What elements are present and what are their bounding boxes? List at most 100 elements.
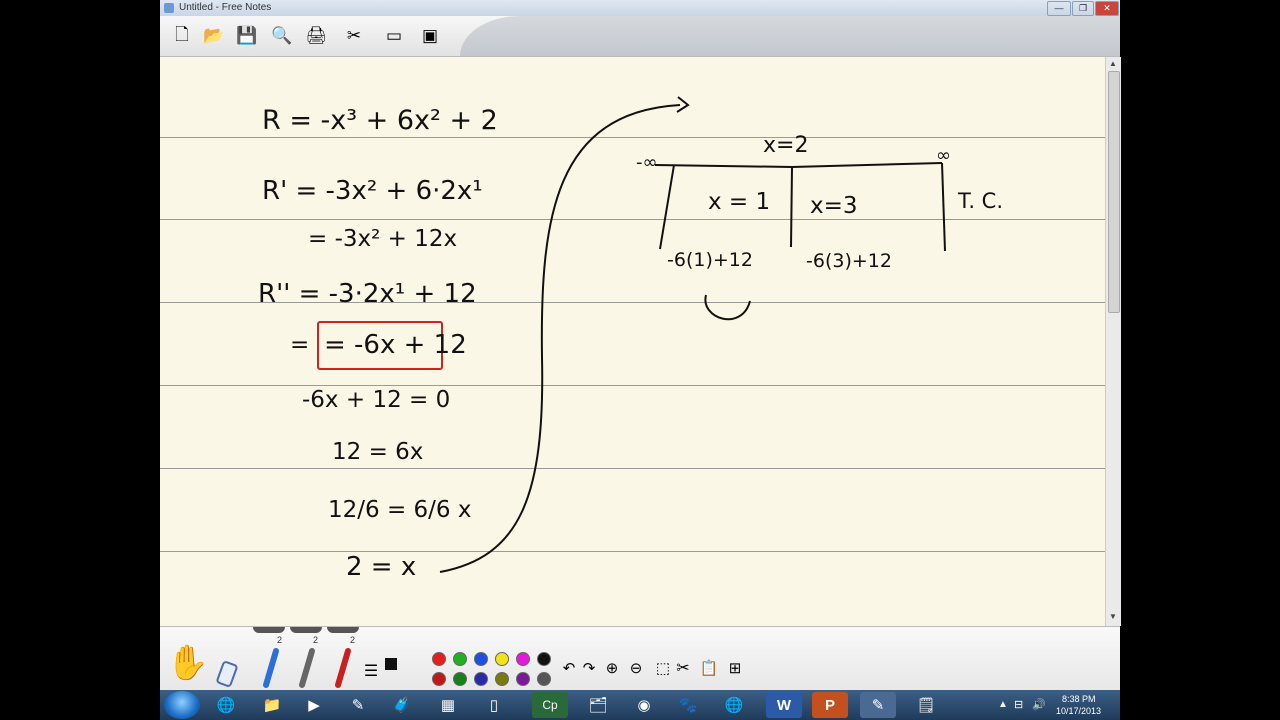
briefcase-icon[interactable]: 🧳 [384, 692, 420, 718]
eq-first-derivative: R' = -3x² + 6·2x¹ [262, 176, 483, 206]
powerpoint-icon[interactable]: P [812, 692, 848, 718]
color-yellow[interactable] [495, 652, 509, 666]
select-icon[interactable]: ⬚ [652, 657, 674, 679]
pen-app-icon[interactable]: ✎ [340, 692, 376, 718]
hand-icon[interactable]: ✋ [166, 641, 210, 685]
blue-pen-icon[interactable] [258, 647, 284, 689]
color-green[interactable] [453, 652, 467, 666]
eq-first-derivative-simplified: = -3x² + 12x [308, 226, 457, 252]
equals-sign: = [290, 332, 309, 358]
tray-arrow-icon[interactable]: ▲ [998, 699, 1008, 710]
phone-icon[interactable]: ▯ [476, 692, 512, 718]
color-gray[interactable] [537, 672, 551, 686]
color-red[interactable] [432, 652, 446, 666]
print-icon[interactable]: 🖨 [304, 24, 328, 48]
ie-icon[interactable]: 🌐 [208, 692, 244, 718]
cp-app-icon[interactable]: Cp [532, 692, 568, 718]
interval-2-test: x=3 [810, 193, 858, 219]
eq-divide: 12/6 = 6/6 x [328, 497, 471, 523]
system-tray: ▲ ⊟ 🔊 8:38 PM 10/17/2013 [990, 690, 1120, 720]
test-conclusion-label: T. C. [957, 189, 1003, 213]
export-icon[interactable]: ▣ [418, 24, 442, 48]
free-notes-task-icon[interactable]: ✎ [860, 692, 896, 718]
media-player-icon[interactable]: ▶ [296, 692, 332, 718]
open-folder-icon[interactable]: 📂 [202, 24, 226, 48]
main-toolbar: 🗋 📂 💾 🔍 🖨 ✂ ▭ ▣ [160, 16, 1120, 57]
paw-icon[interactable]: 🐾 [670, 692, 706, 718]
line-style-icon[interactable]: ☰ [362, 659, 380, 683]
critical-point-tick [790, 166, 793, 248]
concave-up-sketch [704, 294, 751, 321]
pen-tab[interactable] [253, 627, 285, 633]
zoom-out-icon[interactable]: ⊖ [626, 657, 646, 679]
ie-pinned-icon[interactable]: 🌐 [716, 692, 752, 718]
color-purple[interactable] [516, 672, 530, 686]
pen-width-2: 2 [313, 635, 319, 645]
color-black[interactable] [537, 652, 551, 666]
word-icon[interactable]: W [766, 692, 802, 718]
note-page[interactable]: R = -x³ + 6x² + 2 R' = -3x² + 6·2x¹ = -3… [160, 57, 1105, 626]
color-picker-icon[interactable] [382, 655, 400, 673]
color-dark-green[interactable] [453, 672, 467, 686]
save-icon[interactable]: 💾 [235, 24, 259, 48]
pen-toolbar: 2 2 2 ✋ ☰ ↶ ↷ ⊕ ⊖ ⬚ ✂ 📋 ⊞ [160, 626, 1120, 691]
minimize-button[interactable]: — [1047, 1, 1071, 16]
window-icon[interactable]: ▭ [382, 24, 406, 48]
close-button[interactable]: ✕ [1095, 1, 1119, 16]
maximize-button[interactable]: ❐ [1072, 1, 1094, 16]
redo-icon[interactable]: ↷ [580, 657, 598, 679]
network-icon[interactable]: ⊟ [1014, 698, 1023, 711]
pen-tab[interactable] [290, 627, 322, 633]
interval-2-value: -6(3)+12 [806, 250, 892, 272]
chrome-icon[interactable]: ◉ [626, 692, 662, 718]
window-title: Untitled - Free Notes [179, 2, 272, 13]
color-dark-blue[interactable] [474, 672, 488, 686]
new-file-icon[interactable]: 🗋 [170, 24, 194, 48]
clock-time[interactable]: 8:38 PM [1062, 694, 1096, 704]
clock-date[interactable]: 10/17/2013 [1056, 706, 1101, 716]
critical-point-label: x=2 [763, 133, 808, 158]
eq-set-zero: -6x + 12 = 0 [302, 387, 450, 413]
pen-width-1: 2 [277, 635, 283, 645]
color-olive[interactable] [495, 672, 509, 686]
volume-icon[interactable]: 🔊 [1032, 698, 1046, 711]
screen-capture-icon[interactable]: ✂ [342, 24, 366, 48]
color-dark-red[interactable] [432, 672, 446, 686]
app-icon [164, 3, 174, 13]
scroll-down-icon[interactable]: ▼ [1109, 612, 1117, 621]
free-notes-window: Untitled - Free Notes — ❐ ✕ 🗋 📂 💾 🔍 🖨 ✂ … [160, 0, 1121, 691]
red-pen-icon[interactable] [330, 647, 356, 689]
handwriting-layer: R = -x³ + 6x² + 2 R' = -3x² + 6·2x¹ = -3… [258, 96, 1003, 582]
calculator-icon[interactable]: ▦ [430, 692, 466, 718]
eq-revenue: R = -x³ + 6x² + 2 [262, 105, 498, 136]
eq-boxed-result: = -6x + 12 [324, 330, 467, 360]
eq-solve: 12 = 6x [332, 439, 423, 465]
zoom-in-icon[interactable]: ⊕ [602, 657, 622, 679]
pen-width-3: 2 [350, 635, 356, 645]
eq-critical-value: 2 = x [346, 552, 416, 582]
color-blue[interactable] [474, 652, 488, 666]
start-button[interactable] [164, 691, 200, 719]
number-line [654, 162, 943, 169]
interval-1-test: x = 1 [708, 189, 770, 215]
interval-1-value: -6(1)+12 [667, 249, 753, 271]
left-bound-tick [659, 164, 675, 250]
scroll-up-icon[interactable]: ▲ [1109, 59, 1117, 68]
print-preview-icon[interactable]: 🔍 [270, 24, 294, 48]
pen-tab[interactable] [327, 627, 359, 633]
paste-icon[interactable]: 📋 [698, 657, 720, 679]
cut-icon[interactable]: ✂ [672, 657, 694, 679]
eraser-icon[interactable] [214, 657, 240, 687]
toolbar-decoration [460, 16, 1120, 56]
vertical-scrollbar[interactable]: ▲ ▼ [1105, 57, 1121, 626]
scroll-thumb[interactable] [1108, 71, 1120, 313]
explorer-icon[interactable]: 📁 [254, 692, 290, 718]
gray-pen-icon[interactable] [294, 647, 320, 689]
eq-second-derivative: R'' = -3·2x¹ + 12 [258, 279, 477, 309]
add-page-icon[interactable]: ⊞ [724, 657, 746, 679]
files-icon[interactable]: 🗂 [580, 692, 616, 718]
color-magenta[interactable] [516, 652, 530, 666]
title-bar: Untitled - Free Notes — ❐ ✕ [160, 0, 1120, 16]
undo-icon[interactable]: ↶ [560, 657, 578, 679]
notepad-icon[interactable]: 🗒 [908, 692, 944, 718]
